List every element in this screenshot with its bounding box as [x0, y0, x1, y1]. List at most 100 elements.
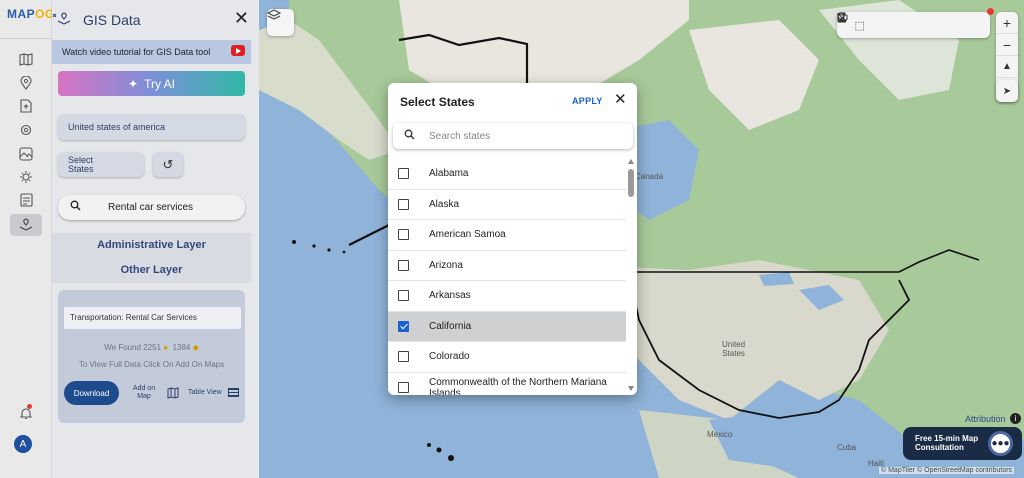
layers-icon[interactable] — [267, 9, 294, 36]
state-row-alabama[interactable]: Alabama — [388, 159, 626, 190]
country-select[interactable]: United states of america — [58, 114, 245, 140]
upload-icon[interactable] — [13, 96, 39, 116]
coin-icon: ◆ — [192, 343, 199, 352]
found-count: We Found 2251 ● 1384 ◆ — [104, 343, 199, 352]
layer-section: Administrative Layer Other Layer — [52, 233, 251, 283]
zoom-out-icon[interactable]: − — [996, 34, 1018, 56]
gear-icon[interactable] — [13, 167, 39, 187]
state-checkbox[interactable] — [398, 381, 409, 393]
state-row-arkansas[interactable]: Arkansas — [388, 281, 626, 312]
location-pin-icon[interactable] — [13, 73, 39, 93]
try-ai-label: Try AI — [144, 76, 175, 91]
state-row-northern-mariana[interactable]: Commonwealth of the Northern Mariana Isl… — [388, 373, 626, 396]
panel-header: GIS Data ✕ — [52, 0, 259, 38]
map-label-mexico: Mexico — [707, 430, 733, 439]
left-rail: MAPOG A — [0, 0, 55, 478]
state-label: Alabama — [429, 168, 469, 179]
scroll-thumb[interactable] — [628, 169, 634, 197]
state-search-input[interactable] — [429, 128, 624, 144]
state-label: Arizona — [429, 259, 463, 271]
map-label-united-states: United States — [722, 340, 746, 358]
consultation-banner[interactable]: Free 15-min Map Consultation ●●● — [903, 427, 1022, 460]
info-icon[interactable]: i — [1010, 413, 1021, 424]
state-row-arizona[interactable]: Arizona — [388, 251, 626, 281]
apply-button[interactable]: APPLY — [572, 96, 603, 106]
state-checkbox[interactable] — [398, 259, 409, 271]
reset-icon[interactable]: ↺ — [153, 152, 183, 177]
video-tutorial-link[interactable]: Watch video tutorial for GIS Data tool — [52, 40, 251, 64]
scroll-up-icon[interactable] — [628, 159, 634, 164]
state-checkbox[interactable] — [398, 198, 409, 210]
state-label: Alaska — [429, 198, 460, 210]
avatar[interactable]: A — [14, 435, 32, 453]
bell-icon[interactable] — [13, 403, 39, 423]
gis-data-header-icon — [52, 11, 72, 28]
view-full-data-hint: To View Full Data Click On Add On Maps — [78, 360, 225, 369]
rail-divider — [0, 38, 52, 39]
search-field[interactable]: Rental car services — [58, 195, 245, 220]
state-list-scrollbar[interactable] — [626, 159, 637, 395]
state-checkbox[interactable] — [398, 351, 409, 362]
state-checkbox[interactable] — [398, 168, 409, 179]
tutorial-text: Watch video tutorial for GIS Data tool — [62, 47, 211, 57]
state-checkbox[interactable] — [398, 290, 409, 301]
app-logo[interactable]: MAPOG — [7, 7, 55, 21]
map-view-icon[interactable]: ⬚ — [854, 19, 864, 32]
state-label: California — [429, 320, 472, 332]
state-label: American Samoa — [429, 229, 506, 240]
administrative-layer-tab[interactable]: Administrative Layer — [52, 239, 251, 251]
state-label: Arkansas — [429, 290, 471, 301]
sparkle-icon: ✦ — [128, 76, 139, 91]
chat-icon[interactable]: ●●● — [988, 431, 1013, 456]
gis-data-panel: GIS Data ✕ Watch video tutorial for GIS … — [52, 0, 259, 478]
compass-icon[interactable]: ▲ — [996, 56, 1018, 78]
list-icon[interactable] — [13, 190, 39, 210]
state-checkbox[interactable] — [398, 229, 409, 240]
gallery-icon[interactable] — [13, 144, 39, 164]
other-layer-tab[interactable]: Other Layer — [52, 264, 251, 276]
locate-icon[interactable]: ➤ — [996, 80, 1018, 102]
download-button[interactable]: Download — [64, 381, 119, 405]
select-states-button[interactable]: Select States — [58, 152, 144, 177]
add-map-icon[interactable] — [167, 387, 179, 402]
toolbar-alert-dot — [987, 8, 994, 15]
select-states-dialog: Select States APPLY ✕ Alabama Alaska Ame… — [388, 83, 637, 395]
state-checkbox-checked[interactable] — [398, 320, 409, 332]
notification-dot — [27, 404, 32, 409]
result-card: Transportation: Rental Car Services We F… — [58, 290, 245, 423]
state-label: Colorado — [429, 351, 470, 362]
search-icon — [404, 129, 415, 143]
scroll-down-icon[interactable] — [628, 386, 634, 391]
coin-icon: ● — [163, 343, 169, 352]
close-icon[interactable]: ✕ — [614, 92, 627, 107]
map-label-cuba: Cuba — [837, 443, 857, 452]
attribution-link[interactable]: Attribution — [965, 414, 1006, 424]
state-row-alaska[interactable]: Alaska — [388, 190, 626, 220]
map-label-canada: Canada — [635, 172, 664, 181]
close-icon[interactable]: ✕ — [234, 9, 249, 27]
search-icon — [70, 200, 81, 214]
settings-icon[interactable] — [13, 120, 39, 140]
map-toolbar: ⬚ — [837, 12, 990, 38]
state-row-colorado[interactable]: Colorado — [388, 342, 626, 373]
state-list: Alabama Alaska American Samoa Arizona Ar… — [388, 159, 626, 395]
table-icon[interactable] — [228, 388, 239, 397]
result-category: Transportation: Rental Car Services — [64, 307, 241, 329]
table-view-button[interactable]: Table View — [188, 389, 222, 396]
select-states-label-line2: States — [68, 164, 94, 174]
state-search-box — [393, 123, 633, 149]
panel-title: GIS Data — [83, 12, 141, 28]
map-canvas[interactable]: ⬚ + − ▲ ➤ Canada United States Mexico Cu… — [259, 0, 1024, 478]
map-copyright: © MapTiler © OpenStreetMap contributors — [879, 467, 1015, 474]
state-label: Commonwealth of the Northern Mariana Isl… — [429, 376, 607, 396]
map-icon[interactable] — [13, 49, 39, 69]
state-row-american-samoa[interactable]: American Samoa — [388, 220, 626, 251]
basemap — [259, 0, 1024, 478]
youtube-icon — [231, 45, 245, 56]
gis-data-icon[interactable] — [10, 214, 42, 236]
dialog-title: Select States — [400, 95, 475, 109]
zoom-in-icon[interactable]: + — [996, 12, 1018, 34]
state-row-california[interactable]: California — [388, 311, 626, 342]
try-ai-button[interactable]: ✦ Try AI — [58, 71, 245, 96]
add-on-map-button[interactable]: Add on Map — [131, 385, 157, 401]
